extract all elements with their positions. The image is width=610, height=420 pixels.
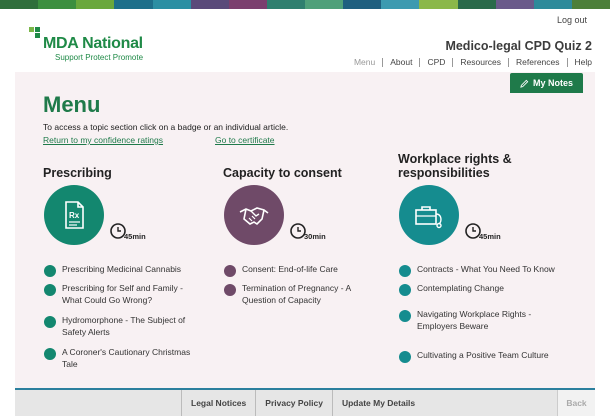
privacy-policy-link[interactable]: Privacy Policy: [255, 390, 332, 416]
article-title: Contemplating Change: [417, 283, 504, 293]
article-prescribing-cannabis[interactable]: Prescribing Medicinal Cannabis: [44, 264, 204, 277]
nav-help[interactable]: Help: [566, 58, 592, 67]
nav-about[interactable]: About: [382, 58, 419, 67]
nav-resources[interactable]: Resources: [452, 58, 508, 67]
article-title: Hydromorphone - The Subject of Safety Al…: [62, 315, 186, 337]
article-coroner-tale[interactable]: A Coroner's Cautionary Christmas Tale: [44, 347, 204, 370]
nav-references[interactable]: References: [508, 58, 566, 67]
intro-text: To access a topic section click on a bad…: [43, 122, 289, 132]
confidence-ratings-link[interactable]: Return to my confidence ratings: [43, 135, 163, 145]
nav-menu[interactable]: Menu: [347, 58, 382, 67]
article-dot: [224, 265, 236, 277]
svg-text:Rx: Rx: [69, 211, 80, 220]
article-title: A Coroner's Cautionary Christmas Tale: [62, 347, 191, 369]
quiz-title: Medico-legal CPD Quiz 2: [445, 39, 592, 53]
article-workplace-rights[interactable]: Navigating Workplace Rights - Employers …: [399, 309, 559, 332]
article-dot: [399, 265, 411, 277]
article-contemplating-change[interactable]: Contemplating Change: [399, 283, 584, 296]
article-prescribing-self-family[interactable]: Prescribing for Self and Family - What C…: [44, 283, 204, 306]
certificate-link[interactable]: Go to certificate: [215, 135, 275, 145]
nav-cpd[interactable]: CPD: [419, 58, 452, 67]
article-hydromorphone[interactable]: Hydromorphone - The Subject of Safety Al…: [44, 315, 204, 338]
top-navigation: Menu About CPD Resources References Help: [347, 58, 592, 67]
article-dot: [399, 351, 411, 363]
footer-bar: Legal Notices Privacy Policy Update My D…: [15, 388, 595, 416]
duration-label: 30min: [304, 232, 326, 241]
pencil-icon: [520, 79, 529, 88]
section-title-prescribing: Prescribing: [43, 166, 112, 180]
article-title: Navigating Workplace Rights - Employers …: [417, 309, 532, 331]
workplace-badge[interactable]: [399, 185, 459, 245]
article-title: Contracts - What You Need To Know: [417, 264, 555, 274]
article-title: Termination of Pregnancy - A Question of…: [242, 283, 351, 305]
article-contracts[interactable]: Contracts - What You Need To Know: [399, 264, 584, 277]
my-notes-button[interactable]: My Notes: [510, 73, 583, 93]
article-title: Cultivating a Positive Team Culture: [417, 350, 549, 360]
handshake-icon: [239, 207, 269, 226]
capacity-duration: 30min: [290, 222, 326, 241]
my-notes-label: My Notes: [532, 78, 573, 88]
article-consent-end-of-life[interactable]: Consent: End-of-life Care: [224, 264, 384, 277]
prescribing-badge[interactable]: Rx: [44, 185, 104, 245]
prescription-document-icon: Rx: [65, 201, 84, 229]
article-title: Prescribing for Self and Family - What C…: [62, 283, 183, 305]
article-dot: [44, 316, 56, 328]
workplace-duration: 45min: [465, 222, 501, 241]
article-title: Prescribing Medicinal Cannabis: [62, 264, 182, 274]
article-dot: [224, 284, 236, 296]
legal-notices-link[interactable]: Legal Notices: [181, 390, 255, 416]
brand-color-stripe: [0, 0, 610, 9]
logout-link[interactable]: Log out: [557, 15, 587, 25]
article-dot: [44, 348, 56, 360]
article-dot: [399, 310, 411, 322]
capacity-badge[interactable]: [224, 185, 284, 245]
duration-label: 45min: [479, 232, 501, 241]
update-details-link[interactable]: Update My Details: [331, 390, 424, 416]
logo-tagline: Support Protect Promote: [55, 53, 144, 62]
article-title: Consent: End-of-life Care: [242, 264, 338, 274]
logo-name: MDA National: [43, 35, 143, 52]
prescribing-duration: 45min: [110, 222, 146, 241]
briefcase-stethoscope-icon: [415, 206, 442, 229]
section-title-workplace: Workplace rights & responsibilities: [398, 152, 512, 180]
article-dot: [44, 265, 56, 277]
article-team-culture[interactable]: Cultivating a Positive Team Culture: [399, 350, 584, 363]
back-button[interactable]: Back: [557, 390, 595, 416]
section-title-capacity: Capacity to consent: [223, 166, 342, 180]
article-termination-pregnancy[interactable]: Termination of Pregnancy - A Question of…: [224, 283, 384, 306]
page-title: Menu: [43, 92, 101, 117]
logo-mark-icon: [29, 27, 43, 41]
article-dot: [399, 284, 411, 296]
duration-label: 45min: [124, 232, 146, 241]
article-dot: [44, 284, 56, 296]
